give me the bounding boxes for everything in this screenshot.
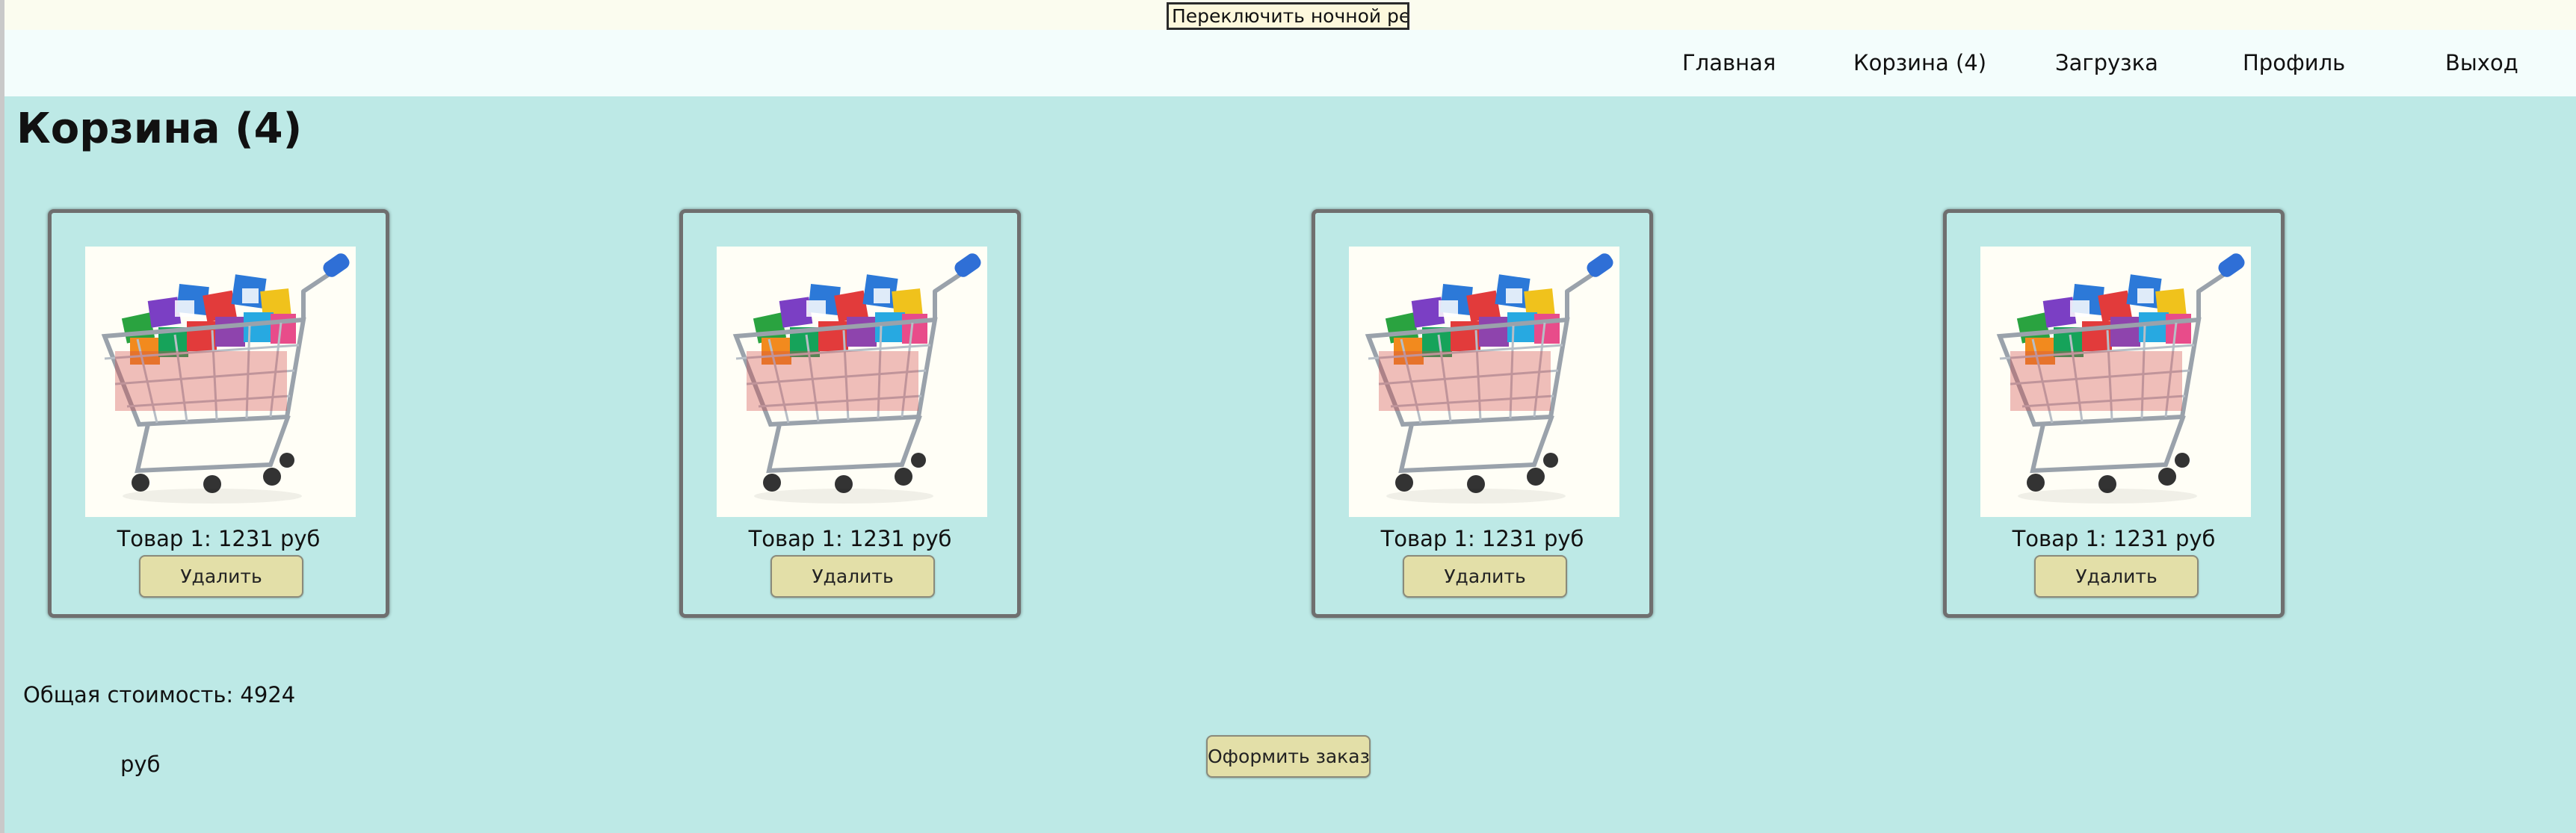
nav-home-link[interactable]: Главная	[1682, 30, 1776, 96]
remove-item-button[interactable]: Удалить	[139, 555, 303, 598]
window-left-edge	[0, 0, 4, 833]
page-title: Корзина (4)	[16, 105, 303, 153]
remove-item-button[interactable]: Удалить	[2034, 555, 2199, 598]
cart-item-card: Товар 1: 1231 руб Удалить	[679, 209, 1021, 618]
nav-profile-link[interactable]: Профиль	[2243, 30, 2345, 96]
nav-cart-link[interactable]: Корзина (4)	[1853, 30, 1986, 96]
checkout-button[interactable]: Оформить заказ	[1206, 735, 1371, 778]
cart-item-text: Товар 1: 1231 руб	[748, 526, 952, 551]
total-cost-currency: руб	[120, 752, 161, 777]
nav-upload-link[interactable]: Загрузка	[2055, 30, 2158, 96]
nav-logout-link[interactable]: Выход	[2445, 30, 2518, 96]
cart-item-text: Товар 1: 1231 руб	[2012, 526, 2216, 551]
shopping-cart-image	[1980, 247, 2251, 517]
remove-item-button[interactable]: Удалить	[1403, 555, 1567, 598]
cart-item-card: Товар 1: 1231 руб Удалить	[1943, 209, 2285, 618]
navbar: Главная Корзина (4) Загрузка Профиль Вых…	[4, 30, 2576, 96]
shopping-cart-image	[717, 247, 987, 517]
cart-item-card: Товар 1: 1231 руб Удалить	[1312, 209, 1653, 618]
shopping-cart-image	[1349, 247, 1619, 517]
cart-item-text: Товар 1: 1231 руб	[1380, 526, 1584, 551]
night-mode-toggle-button[interactable]: Переключить ночной режим	[1167, 2, 1409, 30]
remove-item-button[interactable]: Удалить	[770, 555, 935, 598]
total-cost-label: Общая стоимость: 4924	[23, 682, 296, 707]
cart-item-text: Товар 1: 1231 руб	[117, 526, 321, 551]
cart-item-card: Товар 1: 1231 руб Удалить	[48, 209, 389, 618]
shopping-cart-image	[85, 247, 356, 517]
